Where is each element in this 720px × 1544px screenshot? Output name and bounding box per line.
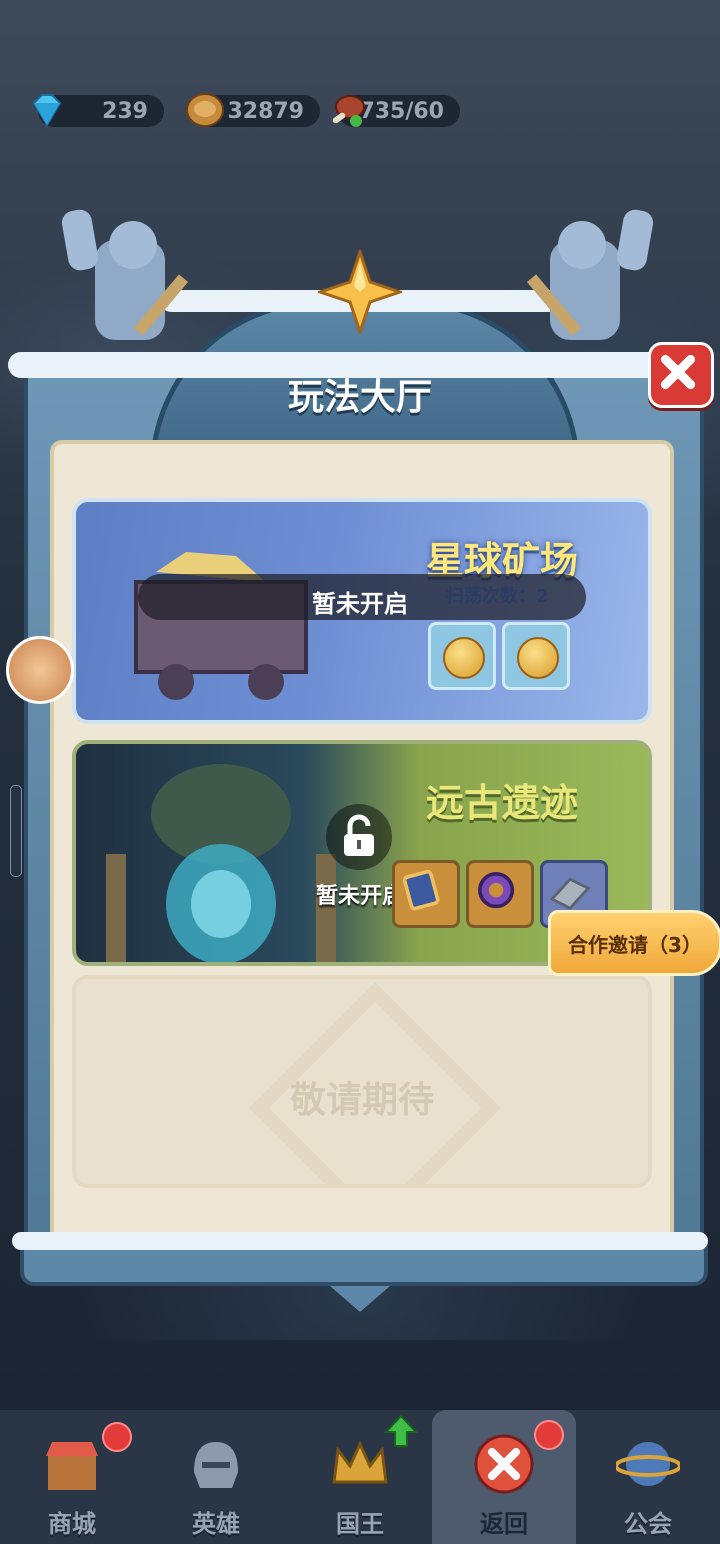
knight-statue-left-icon [61, 209, 189, 340]
coming-soon-card: 敬请期待 [72, 975, 652, 1188]
knight-statue-right-icon [526, 209, 654, 340]
ruins-title: 远古遗迹 [425, 781, 578, 825]
nav-label: 公会 [624, 1510, 672, 1538]
mine-cart-icon [134, 552, 308, 700]
helmet-icon [194, 1442, 238, 1488]
sweep-count-label: 扫荡次数：2 [446, 586, 549, 607]
upgrade-arrow-icon [384, 1414, 418, 1447]
reward-slot[interactable] [428, 622, 496, 690]
side-drawer-handle[interactable] [10, 785, 22, 877]
nav-item-guild[interactable]: 公会 [576, 1410, 720, 1544]
gold-star-icon [318, 250, 402, 334]
gold-count: 32879 [227, 98, 304, 124]
ruins-locked-label: 暂未开启 [316, 884, 405, 909]
reward-slot[interactable] [466, 860, 534, 928]
nav-label: 商城 [48, 1510, 96, 1538]
gem-count: 239 [102, 98, 148, 124]
close-button[interactable] [648, 342, 714, 408]
close-icon [660, 354, 696, 390]
lock-badge [326, 804, 392, 870]
planet-mine-card[interactable]: 星球矿场 暂未开启 扫荡次数：2 [72, 498, 652, 724]
rune-scroll-icon [402, 869, 440, 911]
gold-coin-icon [186, 93, 224, 127]
nav-label: 国王 [336, 1510, 384, 1538]
gold-coin-icon [517, 637, 559, 679]
gem-counter[interactable]: 239 [32, 94, 164, 127]
stamina-counter[interactable]: 1735/60 [332, 95, 460, 127]
mine-locked-label: 暂未开启 [312, 590, 408, 618]
avatar[interactable] [6, 636, 74, 704]
shop-icon [46, 1442, 98, 1490]
nav-label: 英雄 [192, 1510, 240, 1538]
purple-gear-icon [478, 872, 515, 909]
meat-icon [332, 95, 365, 127]
planet-icon [616, 1442, 680, 1486]
gold-counter[interactable]: 32879 [186, 93, 320, 127]
back-close-icon [474, 1434, 534, 1494]
coop-invite-button[interactable]: 合作邀请（3） [548, 910, 720, 976]
reward-slot[interactable] [502, 622, 570, 690]
reward-slot[interactable] [392, 860, 460, 928]
crown-icon [332, 1440, 388, 1484]
panel-title: 玩法大厅 [287, 377, 432, 418]
lock-icon [344, 814, 374, 856]
nav-label: 返回 [480, 1510, 528, 1538]
snow-ledge-bottom [12, 1232, 708, 1250]
gold-coin-icon [443, 637, 485, 679]
nav-item-heroes[interactable]: 英雄 [144, 1410, 288, 1544]
notification-dot [534, 1420, 564, 1450]
coming-soon-label: 敬请期待 [289, 1080, 434, 1121]
diamond-icon [32, 94, 62, 127]
notification-dot [102, 1422, 132, 1452]
